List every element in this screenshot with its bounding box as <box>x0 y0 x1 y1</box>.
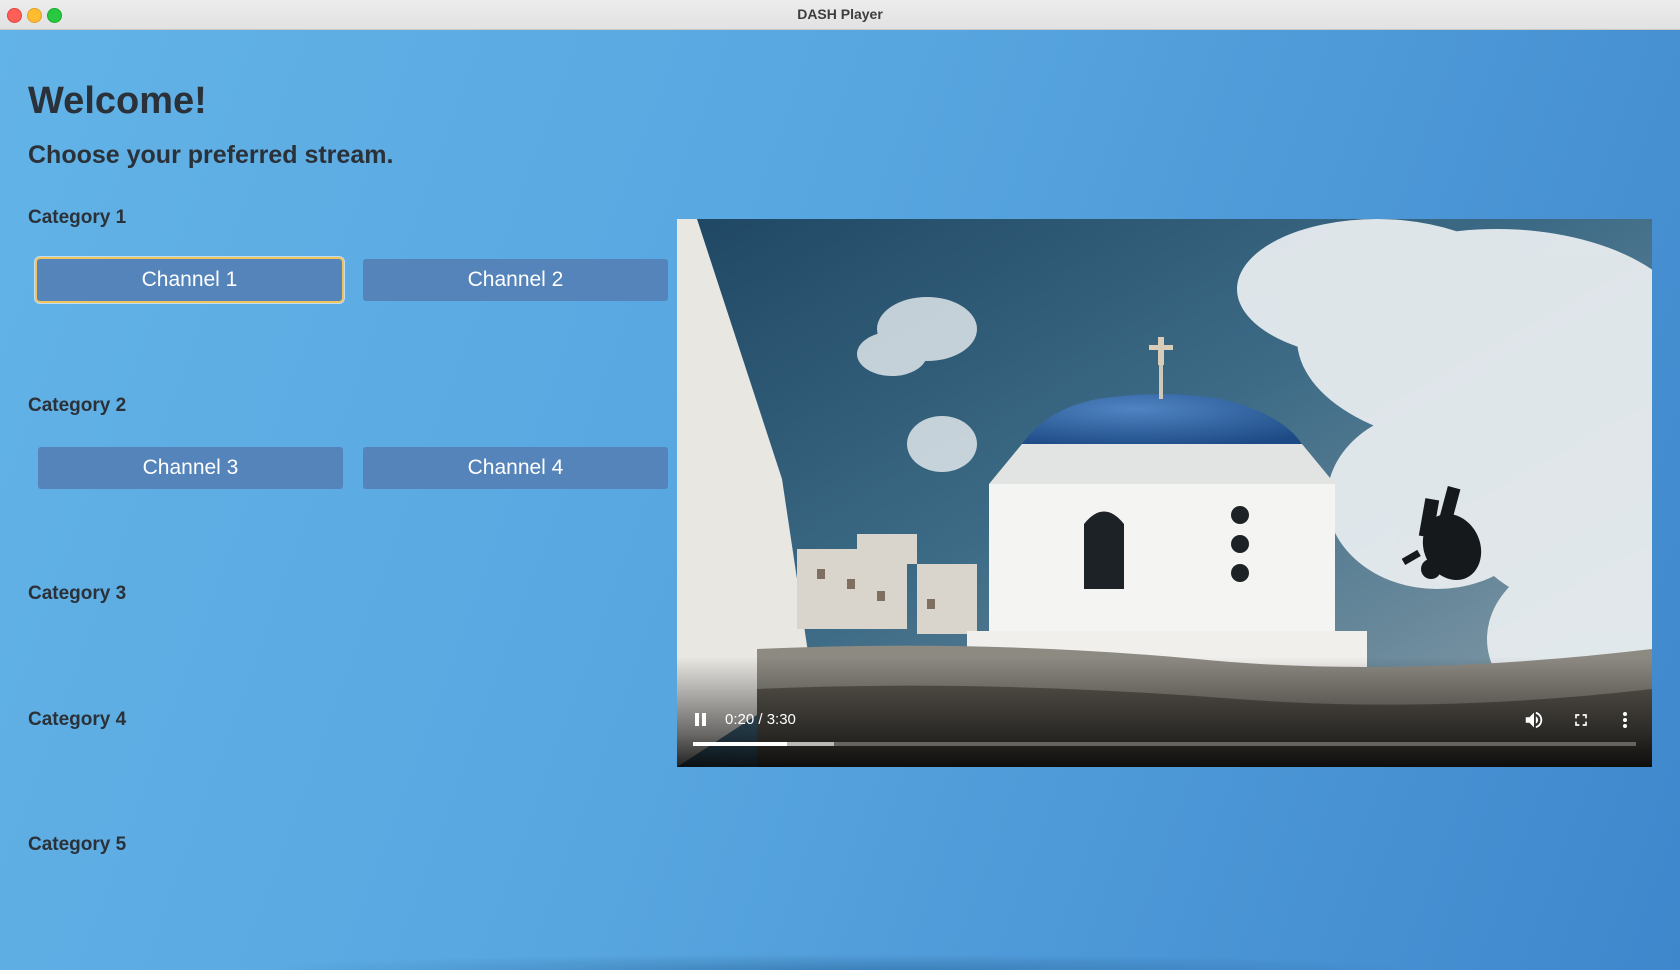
volume-icon <box>1525 711 1543 729</box>
time-display: 0:20 / 3:30 <box>725 711 796 728</box>
played-bar <box>693 742 788 746</box>
content-bottom-shadow <box>250 954 1430 970</box>
channel-3-button[interactable]: Channel 3 <box>38 447 343 489</box>
page-content: Welcome! Choose your preferred stream. C… <box>0 30 1680 970</box>
pause-icon <box>695 713 699 726</box>
category-2-label: Category 2 <box>28 395 127 416</box>
category-1-label: Category 1 <box>28 207 127 228</box>
page-subheading: Choose your preferred stream. <box>28 141 394 169</box>
video-player[interactable]: 0:20 / 3:30 <box>677 219 1652 767</box>
category-3-label: Category 3 <box>28 583 127 604</box>
channel-2-button[interactable]: Channel 2 <box>363 259 668 301</box>
pause-button[interactable] <box>693 712 709 728</box>
channel-1-button[interactable]: Channel 1 <box>37 259 342 301</box>
fullscreen-button[interactable] <box>1571 710 1591 730</box>
title-bar[interactable]: DASH Player <box>0 0 1680 30</box>
category-4-label: Category 4 <box>28 709 127 730</box>
controls-overlay <box>677 657 1652 767</box>
window-title: DASH Player <box>797 6 883 22</box>
fullscreen-icon <box>1575 714 1587 726</box>
app-window: DASH Player Welcome! Choose your preferr… <box>0 0 1680 970</box>
channel-4-button[interactable]: Channel 4 <box>363 447 668 489</box>
seek-bar[interactable] <box>693 742 1636 746</box>
page-heading: Welcome! <box>28 80 207 122</box>
more-options-button[interactable] <box>1620 709 1630 731</box>
volume-button[interactable] <box>1523 709 1545 731</box>
more-vert-icon <box>1623 712 1627 728</box>
category-5-label: Category 5 <box>28 834 127 855</box>
